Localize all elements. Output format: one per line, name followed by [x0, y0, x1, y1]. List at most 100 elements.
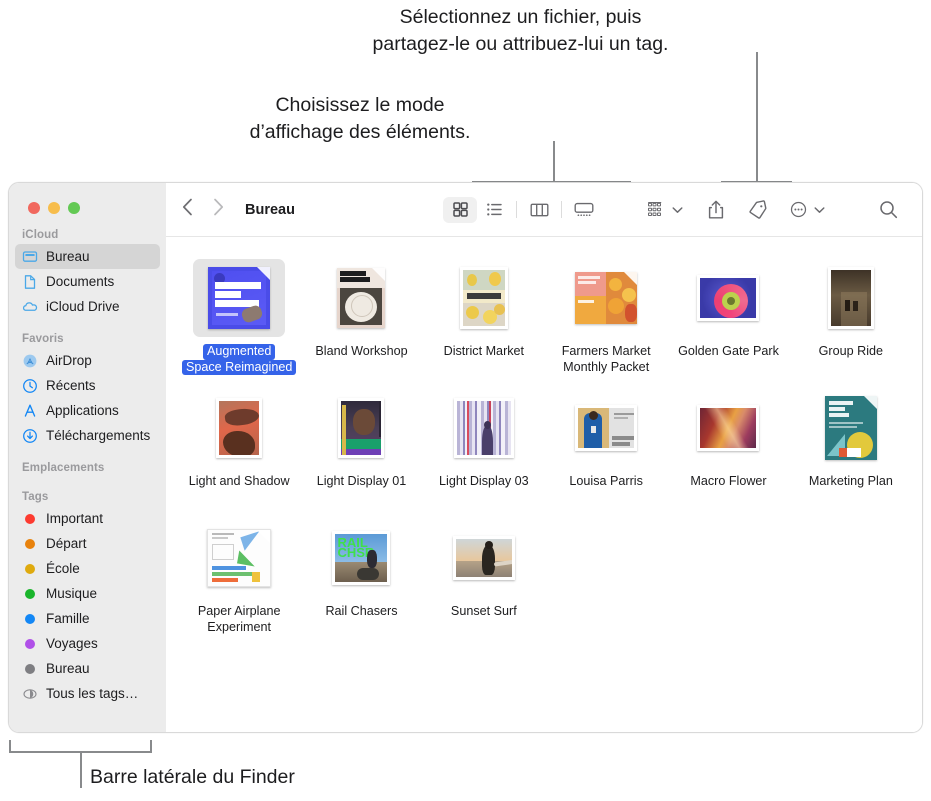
sidebar-item-downloads[interactable]: Téléchargements	[15, 423, 160, 448]
file-label: District Market	[440, 344, 528, 360]
sidebar-item-tag-ecole[interactable]: École	[15, 556, 160, 581]
gallery-view-button[interactable]	[567, 197, 601, 223]
file-thumbnail	[438, 519, 530, 597]
sidebar-item-tag-bureau[interactable]: Bureau	[15, 656, 160, 681]
applications-icon	[22, 403, 38, 419]
sidebar-item-label: École	[46, 561, 80, 576]
file-label: Golden Gate Park	[674, 344, 783, 360]
sidebar-item-tag-musique[interactable]: Musique	[15, 581, 160, 606]
sidebar-item-label: Bureau	[46, 661, 90, 676]
tag-dot-icon	[22, 661, 38, 677]
sidebar-item-tag-famille[interactable]: Famille	[15, 606, 160, 631]
file-label-line: Louisa Parris	[569, 474, 643, 488]
file-item[interactable]: Marketing Plan	[790, 383, 912, 513]
minimize-button[interactable]	[48, 202, 60, 214]
file-label: Farmers Market Monthly Packet	[558, 344, 655, 375]
cloud-icon	[22, 299, 38, 315]
file-thumbnail	[682, 259, 774, 337]
group-by-control[interactable]	[641, 197, 689, 223]
file-label-line: Rail Chasers	[325, 604, 398, 618]
back-button[interactable]	[182, 198, 193, 221]
sidebar-item-label: Tous les tags…	[46, 686, 139, 701]
file-thumbnail	[315, 259, 407, 337]
tag-button[interactable]	[743, 197, 773, 223]
file-label: Light Display 03	[435, 474, 533, 490]
file-label-line: Experiment	[207, 619, 271, 634]
column-view-button[interactable]	[522, 197, 556, 223]
sidebar-section-favoris: Favoris	[22, 333, 64, 345]
more-icon[interactable]	[783, 197, 813, 223]
search-button[interactable]	[873, 197, 903, 223]
file-label: Bland Workshop	[311, 344, 411, 360]
sidebar-item-documents[interactable]: Documents	[15, 269, 160, 294]
file-label-line: Space Reimagined	[181, 359, 297, 375]
file-label: Augmented Space Reimagined	[181, 344, 297, 375]
sidebar-item-label: Récents	[46, 378, 96, 393]
sidebar-item-label: AirDrop	[46, 353, 92, 368]
file-label-line: Sunset Surf	[450, 604, 517, 618]
file-item[interactable]: Macro Flower	[667, 383, 789, 513]
file-thumbnail: RAIL CHSR	[315, 519, 407, 597]
file-thumbnail	[193, 389, 285, 467]
file-label-line: Light Display 01	[316, 474, 407, 488]
sidebar-item-all-tags[interactable]: Tous les tags…	[15, 681, 160, 706]
sidebar-section-tags: Tags	[22, 491, 49, 503]
sidebar-item-tag-depart[interactable]: Départ	[15, 531, 160, 556]
group-icon[interactable]	[641, 197, 671, 223]
chevron-down-icon[interactable]	[814, 201, 825, 219]
file-item[interactable]: District Market	[423, 253, 545, 383]
file-label-line: Paper Airplane	[197, 604, 281, 618]
sidebar-item-recents[interactable]: Récents	[15, 373, 160, 398]
window-controls	[9, 183, 166, 229]
tag-dot-icon	[22, 511, 38, 527]
sidebar-item-applications[interactable]: Applications	[15, 398, 160, 423]
sidebar-item-label: Famille	[46, 611, 90, 626]
file-icon-grid: Augmented Space Reimagined Bland Worksho…	[166, 237, 922, 732]
leader-line-sidebar	[80, 751, 82, 788]
sidebar-item-label: Documents	[46, 274, 115, 289]
file-label-line: Marketing Plan	[808, 474, 893, 488]
share-button[interactable]	[701, 197, 731, 223]
path-title: Bureau	[245, 201, 295, 218]
sidebar-item-label: Applications	[46, 403, 119, 418]
list-view-button[interactable]	[477, 197, 511, 223]
file-label: Marketing Plan	[805, 474, 897, 490]
sidebar-item-tag-voyages[interactable]: Voyages	[15, 631, 160, 656]
chevron-down-icon[interactable]	[672, 201, 683, 219]
file-label: Light and Shadow	[185, 474, 294, 490]
file-thumbnail	[805, 389, 897, 467]
zoom-button[interactable]	[68, 202, 80, 214]
file-item[interactable]: Light and Shadow	[178, 383, 300, 513]
sidebar-item-bureau[interactable]: Bureau	[15, 244, 160, 269]
sidebar-item-tag-important[interactable]: Important	[15, 506, 160, 531]
leader-line-view	[553, 141, 555, 181]
close-button[interactable]	[28, 202, 40, 214]
file-item[interactable]: Louisa Parris	[545, 383, 667, 513]
sidebar-item-airdrop[interactable]: AirDrop	[15, 348, 160, 373]
file-label-line: Bland Workshop	[315, 344, 408, 358]
file-label: Light Display 01	[313, 474, 411, 490]
file-label: Rail Chasers	[321, 604, 401, 620]
file-item[interactable]: Augmented Space Reimagined	[178, 253, 300, 383]
file-item[interactable]: Light Display 01	[300, 383, 422, 513]
sidebar-item-label: Départ	[46, 536, 87, 551]
finder-window: iCloud Bureau Documents iCloud Drive Fav…	[8, 182, 923, 733]
file-label-line: Group Ride	[818, 344, 884, 358]
file-item[interactable]: RAIL CHSR Rail Chasers	[300, 513, 422, 643]
more-actions-control[interactable]	[783, 197, 831, 223]
file-item[interactable]: Farmers Market Monthly Packet	[545, 253, 667, 383]
file-thumbnail	[682, 389, 774, 467]
icon-view-button[interactable]	[443, 196, 477, 223]
forward-button[interactable]	[213, 198, 224, 221]
file-item[interactable]: Bland Workshop	[300, 253, 422, 383]
file-item[interactable]: Light Display 03	[423, 383, 545, 513]
file-item[interactable]: Paper Airplane Experiment	[178, 513, 300, 643]
file-item[interactable]: Group Ride	[790, 253, 912, 383]
tag-dot-icon	[22, 586, 38, 602]
file-item[interactable]: Golden Gate Park	[667, 253, 789, 383]
file-label: Sunset Surf	[447, 604, 521, 620]
file-item[interactable]: Sunset Surf	[423, 513, 545, 643]
sidebar-item-icloud-drive[interactable]: iCloud Drive	[15, 294, 160, 319]
file-thumbnail	[805, 259, 897, 337]
file-thumbnail	[438, 259, 530, 337]
